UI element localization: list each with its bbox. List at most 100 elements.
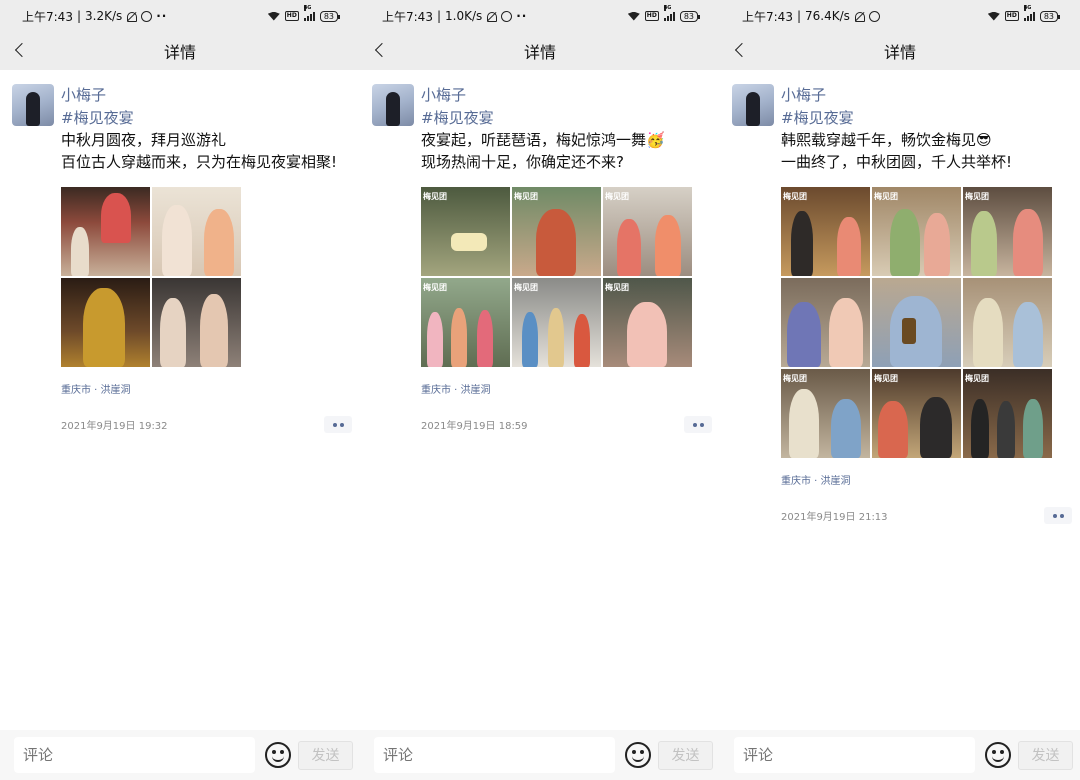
back-arrow-icon[interactable]	[374, 42, 388, 58]
photo-thumbnail[interactable]: 梅见团	[963, 369, 1052, 458]
phone-screen-1: 上午7:43 | 3.2K/s ·· HD 4G 83 详情 小梅子 #梅见夜宴…	[0, 0, 360, 780]
photo-watermark: 梅见团	[605, 192, 629, 201]
comment-input[interactable]	[14, 737, 255, 773]
hashtag-link[interactable]: #梅见夜宴	[781, 107, 1068, 129]
photo-thumbnail[interactable]	[152, 278, 241, 367]
photo-thumbnail[interactable]: 梅见团	[421, 187, 510, 276]
wifi-icon	[267, 11, 280, 21]
status-bar: 上午7:43 | 3.2K/s ·· HD 4G 83	[0, 0, 360, 32]
location-link[interactable]: 重庆市 · 洪崖洞	[781, 472, 1068, 487]
status-time: 上午7:43	[742, 9, 793, 24]
photo-thumbnail[interactable]: 梅见团	[512, 187, 601, 276]
photo-thumbnail[interactable]	[61, 278, 150, 367]
emoji-icon[interactable]	[625, 742, 651, 768]
more-notifications-icon: ··	[156, 9, 168, 23]
top-bar: 上午7:43 | 1.0K/s ·· HD 4G 83 详情	[360, 0, 720, 70]
back-arrow-icon[interactable]	[14, 42, 28, 58]
more-actions-button[interactable]	[684, 416, 712, 433]
photo-thumbnail[interactable]: 梅见团	[603, 278, 692, 367]
hd-icon: HD	[284, 11, 299, 21]
photo-watermark: 梅见团	[423, 283, 447, 292]
page-title: 详情	[883, 43, 916, 62]
photo-watermark: 梅见团	[965, 192, 989, 201]
page-title: 详情	[523, 43, 556, 62]
page-title: 详情	[163, 43, 196, 62]
comment-input[interactable]	[734, 737, 975, 773]
hashtag-link[interactable]: #梅见夜宴	[421, 107, 708, 129]
more-notifications-icon: ··	[516, 9, 528, 23]
alarm-icon	[868, 10, 880, 22]
photo-watermark: 梅见团	[514, 192, 538, 201]
photo-thumbnail[interactable]	[152, 187, 241, 276]
send-button[interactable]: 发送	[298, 740, 353, 770]
photo-grid: 梅见团 梅见团 梅见团 梅见团 梅见团 梅见团	[781, 187, 1068, 458]
emoji-icon[interactable]	[985, 742, 1011, 768]
photo-watermark: 梅见团	[423, 192, 447, 201]
alarm-icon	[501, 10, 513, 22]
author-name[interactable]: 小梅子	[61, 84, 348, 106]
photo-thumbnail[interactable]: 梅见团	[963, 187, 1052, 276]
status-time: 上午7:43	[22, 9, 73, 24]
network-speed: 1.0K/s	[445, 9, 483, 23]
photo-watermark: 梅见团	[965, 374, 989, 383]
photo-thumbnail[interactable]: 梅见团	[421, 278, 510, 367]
photo-thumbnail[interactable]: 梅见团	[872, 369, 961, 458]
nav-bar: 详情	[720, 32, 1080, 70]
post-time: 2021年9月19日 21:13	[781, 512, 888, 523]
photo-thumbnail[interactable]: 梅见团	[781, 187, 870, 276]
top-bar: 上午7:43 | 3.2K/s ·· HD 4G 83 详情	[0, 0, 360, 70]
hd-icon: HD	[644, 11, 659, 21]
author-name[interactable]: 小梅子	[421, 84, 708, 106]
post-text-line: 现场热闹十足，你确定还不来?	[421, 153, 624, 171]
network-speed: 3.2K/s	[85, 9, 123, 23]
comment-bar: 发送	[720, 730, 1080, 780]
photo-thumbnail[interactable]: 梅见团	[781, 369, 870, 458]
photo-thumbnail[interactable]: 梅见团	[603, 187, 692, 276]
photo-watermark: 梅见团	[514, 283, 538, 292]
emoji-icon[interactable]	[265, 742, 291, 768]
avatar[interactable]	[12, 84, 54, 126]
phone-screen-3: 上午7:43 | 76.4K/s HD 4G 83 详情 小梅子 #梅见夜宴 韩…	[720, 0, 1080, 780]
post-text-line: 百位古人穿越而来，只为在梅见夜宴相聚!	[61, 153, 338, 171]
mute-bell-icon	[126, 11, 138, 22]
location-link[interactable]: 重庆市 · 洪崖洞	[61, 381, 348, 396]
status-bar: 上午7:43 | 1.0K/s ·· HD 4G 83	[360, 0, 720, 32]
location-link[interactable]: 重庆市 · 洪崖洞	[421, 381, 708, 396]
moment-post: 小梅子 #梅见夜宴 韩熙载穿越千年，畅饮金梅见😎 一曲终了，中秋团圆，千人共举杯…	[720, 70, 1080, 524]
photo-thumbnail[interactable]	[963, 278, 1052, 367]
avatar[interactable]	[372, 84, 414, 126]
battery-icon: 83	[1039, 10, 1061, 22]
post-text-line: 一曲终了，中秋团圆，千人共举杯!	[781, 153, 1013, 171]
photo-thumbnail[interactable]: 梅见团	[512, 278, 601, 367]
signal-icon: 4G	[1023, 5, 1035, 21]
hashtag-link[interactable]: #梅见夜宴	[61, 107, 348, 129]
nav-bar: 详情	[0, 32, 360, 70]
top-bar: 上午7:43 | 76.4K/s HD 4G 83 详情	[720, 0, 1080, 70]
author-name[interactable]: 小梅子	[781, 84, 1068, 106]
moment-post: 小梅子 #梅见夜宴 夜宴起，听琵琶语，梅妃惊鸿一舞🥳 现场热闹十足，你确定还不来…	[360, 70, 720, 433]
post-time: 2021年9月19日 19:32	[61, 421, 168, 432]
photo-thumbnail[interactable]	[781, 278, 870, 367]
photo-grid: 梅见团 梅见团 梅见团 梅见团 梅见团 梅见团	[421, 187, 708, 367]
photo-watermark: 梅见团	[874, 374, 898, 383]
mute-bell-icon	[486, 11, 498, 22]
photo-thumbnail[interactable]	[872, 278, 961, 367]
wifi-icon	[987, 11, 1000, 21]
moment-post: 小梅子 #梅见夜宴 中秋月圆夜，拜月巡游礼 百位古人穿越而来，只为在梅见夜宴相聚…	[0, 70, 360, 433]
more-actions-button[interactable]	[1044, 507, 1072, 524]
nav-bar: 详情	[360, 32, 720, 70]
alarm-icon	[141, 10, 153, 22]
more-actions-button[interactable]	[324, 416, 352, 433]
send-button[interactable]: 发送	[658, 740, 713, 770]
comment-bar: 发送	[0, 730, 360, 780]
photo-thumbnail[interactable]	[61, 187, 150, 276]
battery-icon: 83	[319, 10, 341, 22]
send-button[interactable]: 发送	[1018, 740, 1073, 770]
avatar[interactable]	[732, 84, 774, 126]
photo-thumbnail[interactable]: 梅见团	[872, 187, 961, 276]
status-time: 上午7:43	[382, 9, 433, 24]
back-arrow-icon[interactable]	[734, 42, 748, 58]
photo-watermark: 梅见团	[605, 283, 629, 292]
comment-input[interactable]	[374, 737, 615, 773]
signal-icon: 4G	[663, 5, 675, 21]
